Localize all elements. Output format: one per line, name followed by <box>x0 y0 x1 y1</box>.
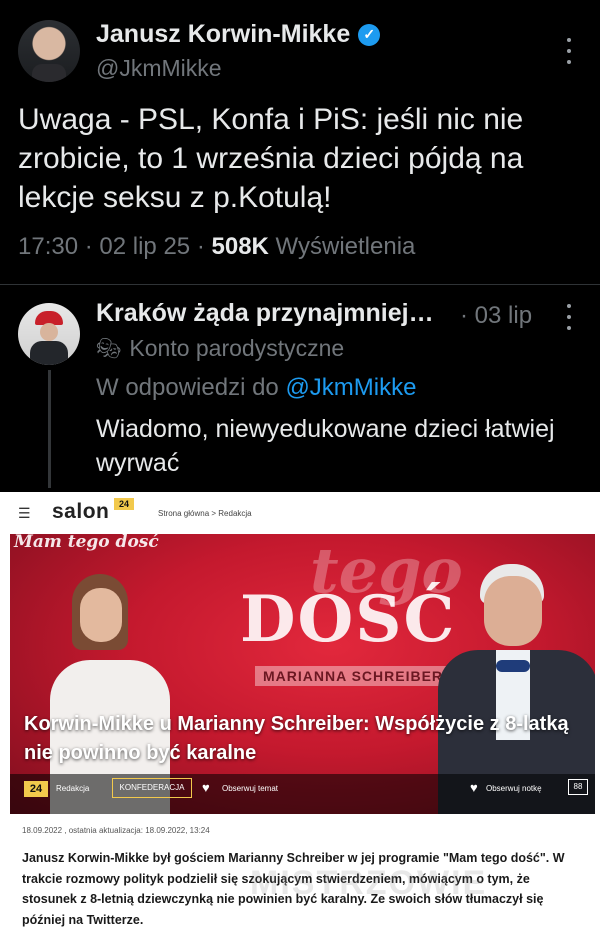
comments-count[interactable]: 88 <box>568 779 588 795</box>
meta-separator: · <box>84 233 100 260</box>
follow-topic-button[interactable]: Obserwuj temat <box>222 784 278 793</box>
reply-avatar[interactable] <box>18 303 80 365</box>
reply-author-name[interactable]: Kraków żąda przynajmniej… <box>96 299 434 328</box>
author-name-text[interactable]: Janusz Korwin-Mikke <box>96 20 350 49</box>
tweet-text: Uwaga - PSL, Konfa i PiS: jeśli nic nie … <box>18 103 524 214</box>
salon-logo[interactable]: salon <box>52 500 109 524</box>
reply-date-text[interactable]: 03 lip <box>475 302 532 329</box>
salon-header: ☰ salon 24 Strona główna > Redakcja <box>0 492 600 532</box>
author-name[interactable]: Janusz Korwin-Mikke ✓ <box>96 20 381 49</box>
tweet-time[interactable]: 17:30 <box>18 233 78 260</box>
reply-text: Wiadomo, niewyedukowane dzieci łatwiej w… <box>96 415 555 477</box>
salon24-section: ☰ salon 24 Strona główna > Redakcja tego… <box>0 492 600 943</box>
author-badge: 24 <box>24 781 48 797</box>
meta-separator: · <box>196 233 212 260</box>
reply-handle-link[interactable]: @JkmMikke <box>285 374 416 401</box>
author-avatar[interactable] <box>18 20 80 82</box>
breadcrumb[interactable]: Strona główna > Redakcja <box>158 509 252 518</box>
follow-note-button[interactable]: Obserwuj notkę <box>486 784 542 793</box>
menu-icon[interactable]: ☰ <box>18 505 31 522</box>
more-options-icon[interactable] <box>565 38 573 64</box>
thread-line <box>48 370 51 488</box>
hero-image[interactable]: tego DOSĆ MARIANNA SCHREIBER Mam tego do… <box>10 534 595 814</box>
show-logo-big: DOSĆ <box>240 582 457 657</box>
tweet-date[interactable]: 02 lip 25 <box>99 233 190 260</box>
salon-logo-badge: 24 <box>114 498 134 510</box>
theater-mask-icon: 🎭︎ <box>96 338 122 360</box>
views-label[interactable]: Wyświetlenia <box>276 233 416 260</box>
tweet-meta: 17:30 · 02 lip 25 · 508K Wyświetlenia <box>18 233 415 261</box>
article-action-bar <box>10 774 595 814</box>
tag-button[interactable]: KONFEDERACJA <box>112 778 192 798</box>
divider <box>0 284 600 285</box>
publish-date: 18.09.2022 , ostatnia aktualizacja: 18.0… <box>22 826 210 835</box>
heart-icon[interactable]: ♥ <box>470 780 478 795</box>
reply-more-options-icon[interactable] <box>565 304 573 330</box>
parody-text: Konto parodystyczne <box>129 335 345 361</box>
twitter-section: Janusz Korwin-Mikke ✓ @JkmMikke Uwaga - … <box>0 0 600 492</box>
verified-check-icon: ✓ <box>358 23 381 46</box>
author-label[interactable]: Redakcja <box>56 784 89 793</box>
show-corner-logo: Mam tego dosć <box>14 534 159 552</box>
heart-icon[interactable]: ♥ <box>202 780 210 795</box>
article-title[interactable]: Korwin-Mikke u Marianny Schreiber: Współ… <box>24 710 584 768</box>
site-watermark: MISTRZOWIE <box>250 864 488 902</box>
replying-to: W odpowiedzi do @JkmMikke <box>96 374 416 402</box>
reply-prefix: W odpowiedzi do <box>96 374 279 401</box>
author-handle[interactable]: @JkmMikke <box>96 55 222 82</box>
reply-date[interactable]: · 03 lip <box>460 302 532 330</box>
parody-account-label: 🎭︎ Konto parodystyczne <box>96 335 344 362</box>
guest-name-banner: MARIANNA SCHREIBER <box>255 666 452 686</box>
views-count[interactable]: 508K <box>212 233 269 260</box>
